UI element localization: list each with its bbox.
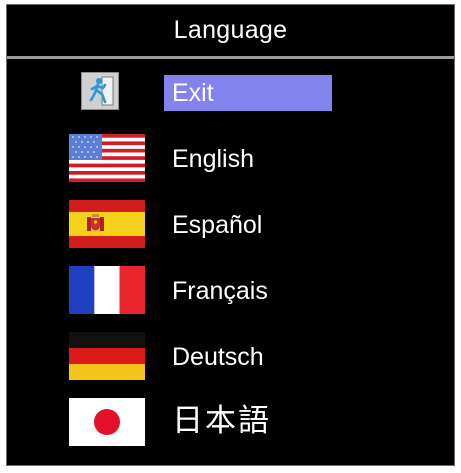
exit-door-icon <box>81 72 119 110</box>
menu-item-label-japanese: 日本語 <box>172 403 271 439</box>
menu-item-label-francais: Français <box>172 277 268 305</box>
language-menu-window: Language Exit English Español Français D… <box>6 4 455 466</box>
menu-item-exit[interactable]: Exit <box>7 61 454 123</box>
title-divider <box>7 56 454 59</box>
menu-item-english[interactable]: English <box>7 127 454 189</box>
menu-item-label-exit: Exit <box>164 75 332 111</box>
menu-item-deutsch[interactable]: Deutsch <box>7 325 454 387</box>
menu-title: Language <box>173 15 288 44</box>
menu-item-label-espanol: Español <box>172 211 263 239</box>
menu-item-francais[interactable]: Français <box>7 259 454 321</box>
spain-flag-icon <box>69 200 145 248</box>
germany-flag-icon <box>69 332 145 380</box>
france-flag-icon <box>69 266 145 314</box>
japan-flag-icon <box>69 398 145 446</box>
menu-item-label-deutsch: Deutsch <box>172 343 264 371</box>
us-flag-icon <box>69 134 145 182</box>
menu-item-japanese[interactable]: 日本語 <box>7 391 454 453</box>
menu-item-espanol[interactable]: Español <box>7 193 454 255</box>
menu-item-label-english: English <box>172 145 254 173</box>
